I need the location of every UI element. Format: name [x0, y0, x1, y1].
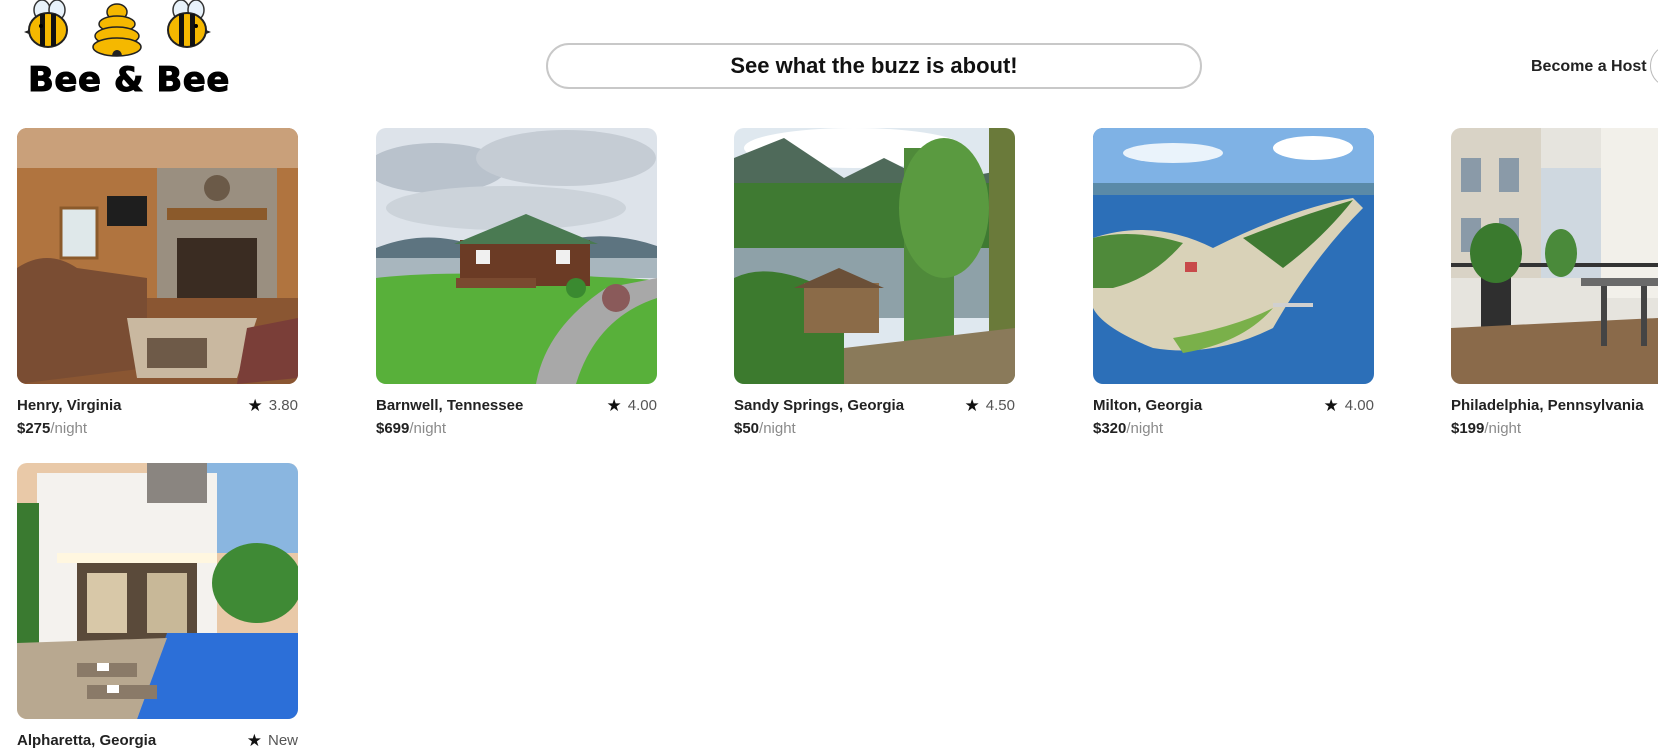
listing-photo[interactable] — [17, 128, 298, 384]
listing-location: Alpharetta, Georgia — [17, 731, 157, 749]
cabin-living-room-image — [17, 128, 298, 384]
listing-price: $199 — [1451, 420, 1485, 437]
price-unit: /night — [1126, 420, 1164, 437]
listing-card[interactable]: Alpharetta, Georgia ★ New — [17, 463, 298, 750]
listing-rating: ★ 4.00 — [1324, 397, 1374, 414]
price-unit: /night — [50, 420, 88, 437]
search-bar[interactable]: See what the buzz is about! — [546, 43, 1202, 89]
listing-location: Sandy Springs, Georgia — [734, 396, 905, 414]
city-balcony-terrace-image — [1451, 128, 1658, 384]
listing-photo[interactable] — [1451, 128, 1658, 384]
listing-photo[interactable] — [1093, 128, 1374, 384]
listing-price: $275 — [17, 420, 51, 437]
listing-location: Barnwell, Tennessee — [376, 396, 524, 414]
star-icon: ★ — [1323, 395, 1339, 415]
listing-location: Henry, Virginia — [17, 396, 122, 414]
rating-value: New — [267, 731, 298, 749]
listing-rating: ★ 3.80 — [248, 397, 298, 414]
price-unit: /night — [409, 420, 447, 437]
listing-price: $50 — [734, 420, 760, 437]
logo-icons — [24, 0, 211, 57]
brand-logo[interactable]: Bee & Bee — [22, 0, 230, 102]
listing-card[interactable]: Henry, Virginia ★ 3.80 $275/night — [17, 128, 298, 437]
lake-house-mountains-image — [734, 128, 1015, 384]
bee-icon — [24, 0, 68, 48]
rating-value: 4.00 — [1344, 396, 1374, 414]
profile-menu-button[interactable] — [1650, 44, 1658, 88]
listing-card[interactable]: Philadelphia, Pennsylvania $199/night — [1451, 128, 1658, 437]
listing-photo[interactable] — [17, 463, 298, 719]
listing-card[interactable]: Barnwell, Tennessee ★ 4.00 $699/night — [376, 128, 657, 437]
star-icon: ★ — [247, 395, 263, 415]
listing-price: $320 — [1093, 420, 1127, 437]
listing-location: Milton, Georgia — [1093, 396, 1203, 414]
price-unit: /night — [759, 420, 796, 437]
listing-photo[interactable] — [734, 128, 1015, 384]
listing-rating: ★ 4.50 — [965, 397, 1015, 414]
rating-value: 4.00 — [627, 396, 657, 414]
brand-name: Bee & Bee — [28, 60, 230, 101]
log-cabin-on-hill-image — [376, 128, 657, 384]
price-unit: /night — [1484, 420, 1522, 437]
modern-villa-pool-image — [17, 463, 298, 719]
aerial-island-coast-image — [1093, 128, 1374, 384]
listing-rating: ★ 4.00 — [607, 397, 657, 414]
listing-photo[interactable] — [376, 128, 657, 384]
bee-icon — [167, 0, 211, 48]
rating-value: 3.80 — [268, 396, 298, 414]
listing-price: $699 — [376, 420, 410, 437]
star-icon: ★ — [964, 395, 980, 415]
listing-location: Philadelphia, Pennsylvania — [1451, 396, 1644, 414]
listing-rating: ★ New — [247, 732, 298, 749]
become-host-link[interactable]: Become a Host — [1531, 58, 1647, 76]
listing-card[interactable]: Milton, Georgia ★ 4.00 $320/night — [1093, 128, 1374, 437]
star-icon: ★ — [246, 730, 262, 750]
rating-value: 4.50 — [985, 396, 1015, 414]
search-label: See what the buzz is about! — [730, 53, 1018, 78]
star-icon: ★ — [606, 395, 622, 415]
beehive-icon — [92, 3, 142, 57]
listing-card[interactable]: Sandy Springs, Georgia ★ 4.50 $50/night — [734, 128, 1015, 437]
